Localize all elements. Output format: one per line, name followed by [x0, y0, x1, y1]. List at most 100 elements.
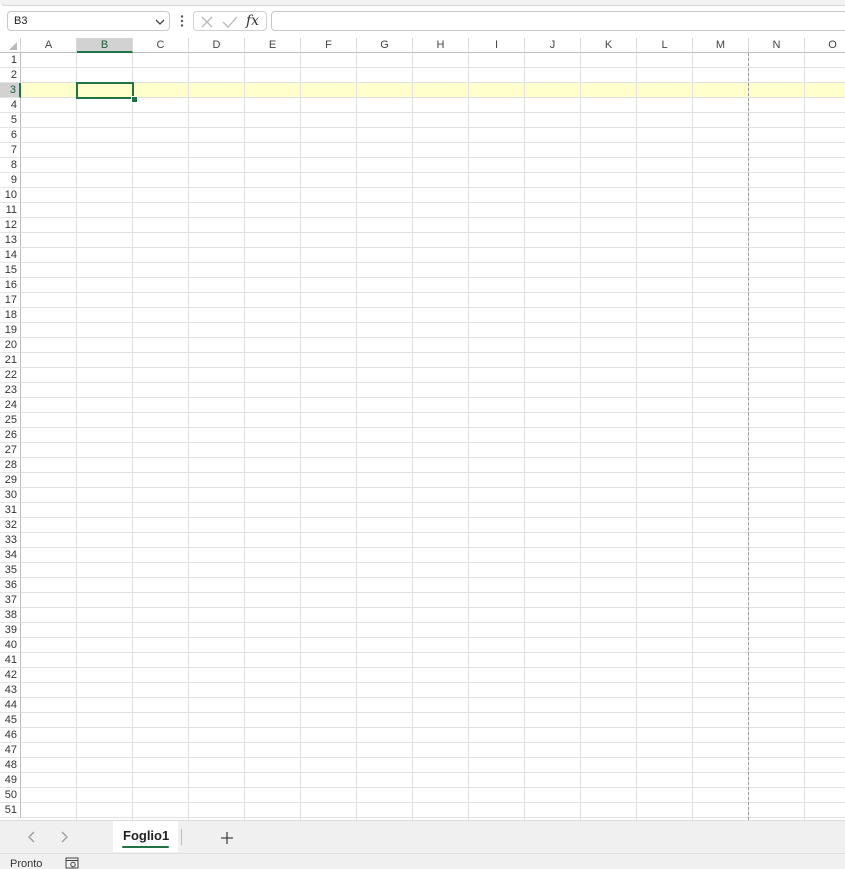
- active-cell[interactable]: [76, 82, 134, 99]
- row-header-31[interactable]: 31: [0, 503, 21, 518]
- row-header-14[interactable]: 14: [0, 248, 21, 263]
- column-header-f[interactable]: F: [301, 38, 357, 53]
- gridline-horizontal: [21, 517, 845, 518]
- row-header-8[interactable]: 8: [0, 158, 21, 173]
- plus-icon[interactable]: [219, 830, 235, 846]
- row-header-36[interactable]: 36: [0, 578, 21, 593]
- row-header-2[interactable]: 2: [0, 68, 21, 83]
- gridline-horizontal: [21, 637, 845, 638]
- column-header-g[interactable]: G: [357, 38, 413, 53]
- row-header-29[interactable]: 29: [0, 473, 21, 488]
- chevron-down-icon[interactable]: [154, 16, 166, 28]
- row-header-28[interactable]: 28: [0, 458, 21, 473]
- column-header-n[interactable]: N: [749, 38, 805, 53]
- gridline-horizontal: [21, 442, 845, 443]
- row-header-17[interactable]: 17: [0, 293, 21, 308]
- row-header-34[interactable]: 34: [0, 548, 21, 563]
- gridline-horizontal: [21, 202, 845, 203]
- row-header-51[interactable]: 51: [0, 803, 21, 818]
- row-header-12[interactable]: 12: [0, 218, 21, 233]
- ribbon-bottom-edge: [0, 0, 845, 6]
- sheet-tab-foglio1[interactable]: Foglio1: [113, 821, 178, 852]
- row-header-39[interactable]: 39: [0, 623, 21, 638]
- row-header-18[interactable]: 18: [0, 308, 21, 323]
- row-header-13[interactable]: 13: [0, 233, 21, 248]
- check-icon[interactable]: [222, 15, 238, 29]
- row-header-15[interactable]: 15: [0, 263, 21, 278]
- formula-bar: B3 fx: [0, 7, 845, 35]
- row-header-42[interactable]: 42: [0, 668, 21, 683]
- column-header-a[interactable]: A: [21, 38, 77, 53]
- column-header-h[interactable]: H: [413, 38, 469, 53]
- row-header-30[interactable]: 30: [0, 488, 21, 503]
- row-header-6[interactable]: 6: [0, 128, 21, 143]
- column-header-d[interactable]: D: [189, 38, 245, 53]
- row-header-9[interactable]: 9: [0, 173, 21, 188]
- column-header-j[interactable]: J: [525, 38, 581, 53]
- row-header-21[interactable]: 21: [0, 353, 21, 368]
- row-header-48[interactable]: 48: [0, 758, 21, 773]
- row-header-19[interactable]: 19: [0, 323, 21, 338]
- formula-input[interactable]: [271, 11, 845, 31]
- more-options-icon[interactable]: [178, 14, 186, 28]
- column-header-e[interactable]: E: [245, 38, 301, 53]
- row-header-20[interactable]: 20: [0, 338, 21, 353]
- gridline-vertical: [524, 53, 525, 820]
- insert-function-icon[interactable]: fx: [246, 13, 259, 29]
- column-header-l[interactable]: L: [637, 38, 693, 53]
- chevron-left-icon[interactable]: [25, 830, 39, 844]
- row-header-27[interactable]: 27: [0, 443, 21, 458]
- gridline-horizontal: [21, 652, 845, 653]
- column-header-c[interactable]: C: [133, 38, 189, 53]
- select-all-triangle-icon: [9, 42, 17, 50]
- worksheet-grid[interactable]: ABCDEFGHIJKLMNO 1 2 3 4 5 6 7 8 9 10 11 12 13 14 15 16 1…: [0, 38, 845, 820]
- row-header-49[interactable]: 49: [0, 773, 21, 788]
- row-header-44[interactable]: 44: [0, 698, 21, 713]
- row-header-33[interactable]: 33: [0, 533, 21, 548]
- row-header-25[interactable]: 25: [0, 413, 21, 428]
- row-header-1[interactable]: 1: [0, 53, 21, 68]
- chevron-right-icon[interactable]: [57, 830, 71, 844]
- row-header-40[interactable]: 40: [0, 638, 21, 653]
- row-header-22[interactable]: 22: [0, 368, 21, 383]
- column-header-i[interactable]: I: [469, 38, 525, 53]
- gridline-horizontal: [21, 97, 845, 98]
- column-header-b[interactable]: B: [77, 38, 133, 53]
- gridline-horizontal: [21, 337, 845, 338]
- select-all-button[interactable]: [0, 38, 21, 53]
- column-header-k[interactable]: K: [581, 38, 637, 53]
- gridline-vertical: [636, 53, 637, 820]
- gridline-vertical: [692, 53, 693, 820]
- row-header-10[interactable]: 10: [0, 188, 21, 203]
- row-header-3[interactable]: 3: [0, 83, 21, 98]
- gridline-horizontal: [21, 352, 845, 353]
- column-header-o[interactable]: O: [805, 38, 845, 53]
- cell-area[interactable]: [21, 53, 845, 820]
- column-header-m[interactable]: M: [693, 38, 749, 53]
- row-header-46[interactable]: 46: [0, 728, 21, 743]
- row-header-32[interactable]: 32: [0, 518, 21, 533]
- fill-handle[interactable]: [131, 96, 138, 103]
- gridline-horizontal: [21, 592, 845, 593]
- row-header-4[interactable]: 4: [0, 98, 21, 113]
- accessibility-icon[interactable]: [65, 857, 79, 869]
- row-header-50[interactable]: 50: [0, 788, 21, 803]
- gridline-horizontal: [21, 607, 845, 608]
- row-header-23[interactable]: 23: [0, 383, 21, 398]
- gridline-vertical: [468, 53, 469, 820]
- row-header-37[interactable]: 37: [0, 593, 21, 608]
- row-header-16[interactable]: 16: [0, 278, 21, 293]
- row-header-45[interactable]: 45: [0, 713, 21, 728]
- row-header-26[interactable]: 26: [0, 428, 21, 443]
- row-header-43[interactable]: 43: [0, 683, 21, 698]
- row-header-47[interactable]: 47: [0, 743, 21, 758]
- cancel-icon[interactable]: [200, 15, 214, 29]
- row-header-35[interactable]: 35: [0, 563, 21, 578]
- row-header-5[interactable]: 5: [0, 113, 21, 128]
- row-header-38[interactable]: 38: [0, 608, 21, 623]
- row-header-24[interactable]: 24: [0, 398, 21, 413]
- row-header-7[interactable]: 7: [0, 143, 21, 158]
- name-box[interactable]: B3: [7, 11, 170, 31]
- row-header-41[interactable]: 41: [0, 653, 21, 668]
- row-header-11[interactable]: 11: [0, 203, 21, 218]
